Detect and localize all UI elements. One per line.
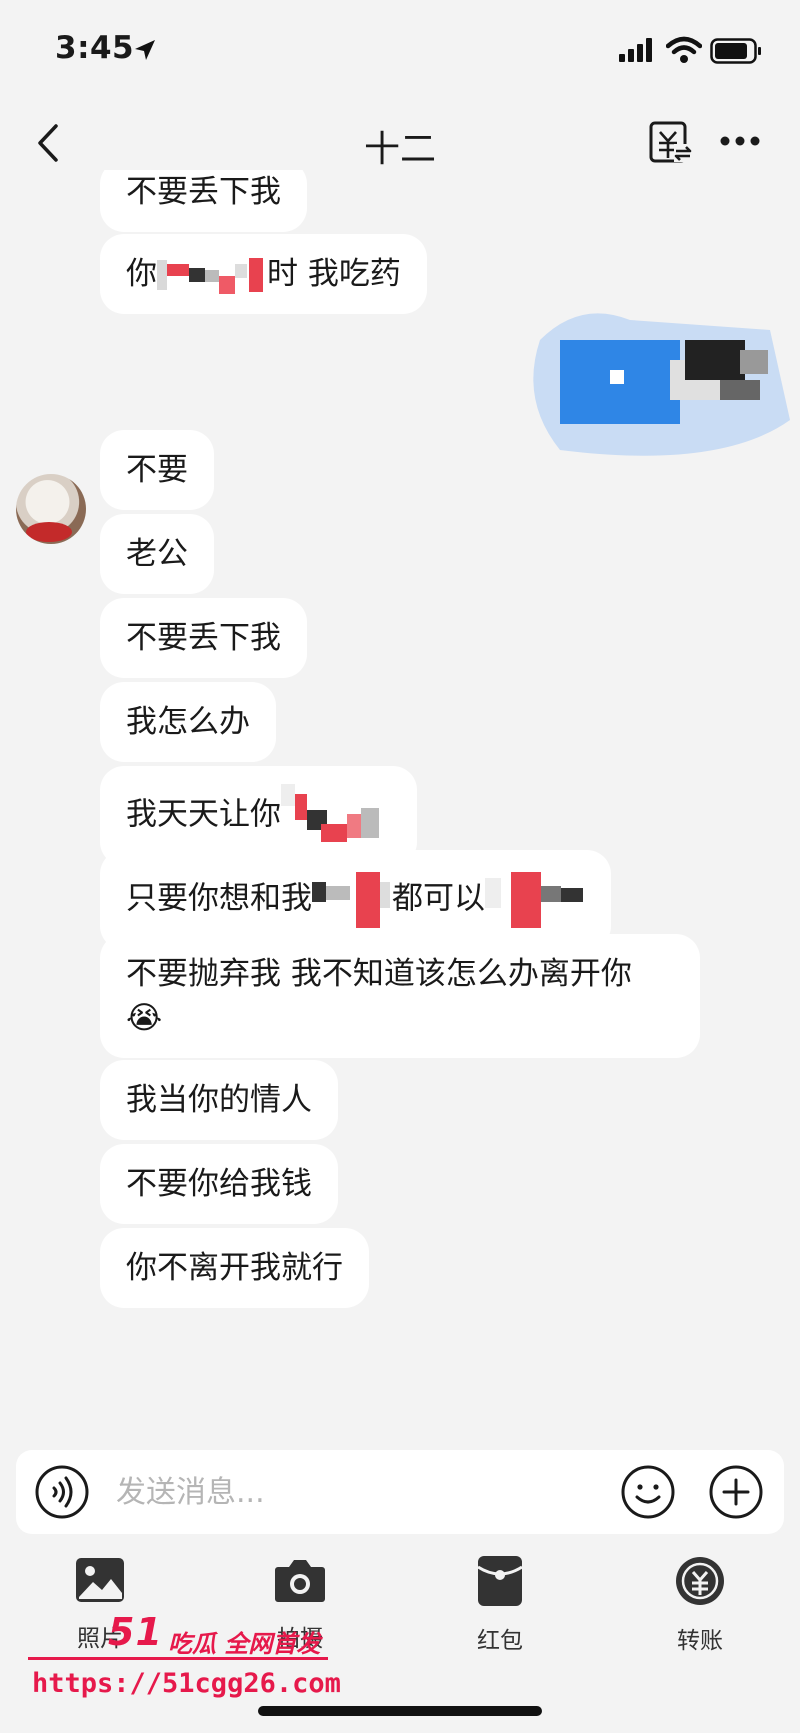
wifi-icon <box>666 36 702 63</box>
message-input[interactable] <box>116 1468 616 1516</box>
crying-emoji: 😭 <box>126 1000 163 1036</box>
plus-button[interactable] <box>708 1464 764 1520</box>
avatar[interactable] <box>16 474 86 544</box>
voice-input-button[interactable] <box>34 1464 90 1520</box>
message-bubble[interactable]: 不要丢下我 <box>100 170 307 232</box>
watermark-divider <box>28 1657 328 1660</box>
watermark-url: https://51cgg26.com <box>32 1668 341 1699</box>
message-bubble[interactable]: 你 时 我吃药 <box>100 234 427 314</box>
message-input-bar <box>16 1450 784 1534</box>
red-packet-icon <box>477 1556 523 1606</box>
emoji-button[interactable] <box>620 1464 676 1520</box>
message-bubble[interactable]: 不要抛弃我 我不知道该怎么办离开你 😭 <box>100 934 700 1058</box>
battery-icon <box>710 38 761 64</box>
camera-icon <box>275 1560 325 1602</box>
message-bubble[interactable]: 我怎么办 <box>100 682 276 762</box>
mosaic-censor <box>281 784 379 842</box>
yuan-transfer-icon[interactable] <box>648 120 694 166</box>
watermark-brand: 51 <box>108 1610 163 1654</box>
mosaic-censor <box>485 872 583 928</box>
transfer-icon <box>676 1557 724 1605</box>
more-options-icon[interactable] <box>718 126 762 156</box>
site-watermark: 51 吃瓜 全网首发 https://51cgg26.com <box>28 1610 358 1710</box>
message-bubble[interactable]: 不要丢下我 <box>100 598 307 678</box>
message-bubble[interactable]: 你不离开我就行 <box>100 1228 369 1308</box>
sticker-image[interactable] <box>520 280 800 480</box>
cellular-signal-icon <box>619 38 652 62</box>
red-packet-button[interactable]: 红包 <box>440 1555 560 1665</box>
status-time: 3:45 <box>55 30 135 66</box>
location-arrow-icon <box>135 40 155 60</box>
message-bubble[interactable]: 老公 <box>100 514 214 594</box>
home-indicator <box>258 1706 542 1716</box>
message-bubble[interactable]: 我当你的情人 <box>100 1060 338 1140</box>
chat-list[interactable]: 不要丢下我 你 时 我吃药 不要 老公 不要丢下我 我怎么办 我天天让你 只要你… <box>0 170 800 1450</box>
photo-icon <box>76 1558 124 1602</box>
mosaic-censor <box>312 872 390 928</box>
status-bar: 3:45 <box>0 0 800 100</box>
message-bubble[interactable]: 不要 <box>100 430 214 510</box>
watermark-tag: 吃瓜 全网首发 <box>168 1630 321 1658</box>
message-bubble[interactable]: 不要你给我钱 <box>100 1144 338 1224</box>
transfer-button[interactable]: 转账 <box>640 1555 760 1665</box>
mosaic-censor <box>157 257 263 294</box>
